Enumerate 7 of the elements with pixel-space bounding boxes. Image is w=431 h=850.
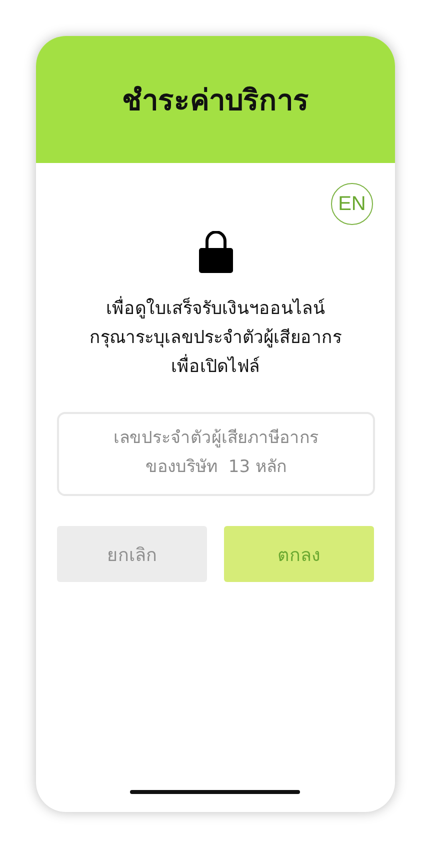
lock-icon <box>198 231 232 273</box>
header-title: ชำระค่าบริการ <box>122 82 309 118</box>
confirm-button[interactable]: ตกลง <box>224 526 374 582</box>
tax-id-field[interactable]: เลขประจำตัวผู้เสียภาษีอากร ของบริษัท 13 หลัก <box>57 412 375 496</box>
cancel-button[interactable]: ยกเลิก <box>57 526 207 582</box>
instruction-text: เพื่อดูใบเสร็จรับเงินฯออนไลน์ กรุณาระบุเลขประจำตัวผู้เสียอากร เพื่อเปิดไฟล์ <box>57 295 374 382</box>
language-button[interactable]: EN <box>331 183 373 225</box>
